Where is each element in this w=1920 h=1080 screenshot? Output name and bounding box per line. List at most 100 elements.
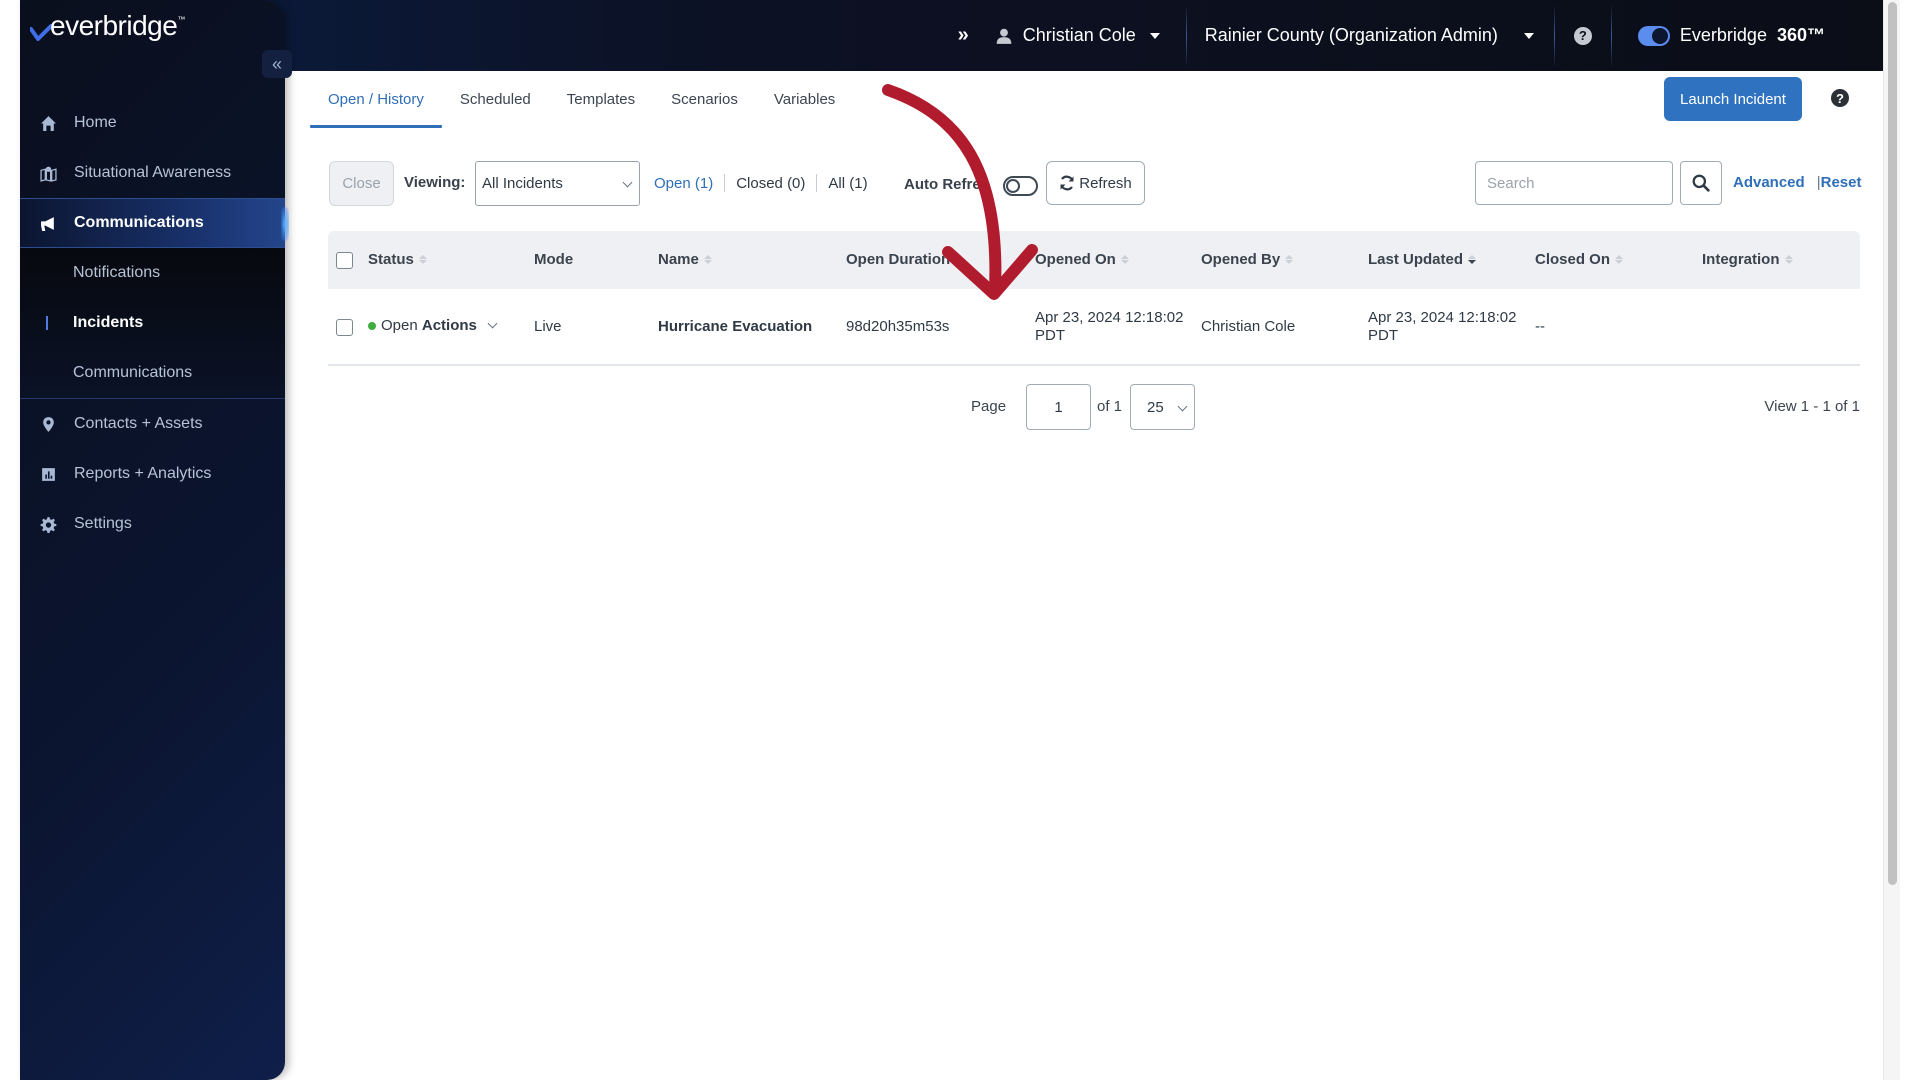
status-cell: Open Actions bbox=[368, 317, 498, 334]
organization-name: Rainier County (Organization Admin) bbox=[1204, 25, 1498, 45]
page-number-input[interactable] bbox=[1026, 384, 1091, 430]
sidebar-nav: Home Situational Awareness Communication… bbox=[20, 98, 289, 549]
view-count: View 1 - 1 of 1 bbox=[1764, 398, 1860, 415]
sort-icon bbox=[1615, 255, 1624, 264]
filter-all[interactable]: All (1) bbox=[828, 175, 867, 192]
everbridge-360-toggle[interactable]: Everbridge 360™ bbox=[1612, 25, 1883, 46]
sidebar-item-label: Settings bbox=[74, 515, 132, 532]
status-filters: Open (1) Closed (0) All (1) bbox=[654, 174, 868, 192]
closed-on-cell: -- bbox=[1535, 318, 1545, 335]
opened-on-cell: Apr 23, 2024 12:18:02 PDT bbox=[1035, 309, 1183, 345]
sidebar-subitem-notifications[interactable]: Notifications bbox=[20, 248, 285, 298]
gear-icon bbox=[38, 514, 58, 534]
actions-dropdown[interactable]: Actions bbox=[421, 317, 498, 334]
sidebar-item-label: Home bbox=[74, 114, 117, 131]
column-header-name[interactable]: Name bbox=[658, 251, 712, 268]
home-icon bbox=[38, 113, 58, 133]
organization-menu[interactable]: Rainier County (Organization Admin) bbox=[1187, 25, 1554, 46]
header-help-button[interactable]: ? bbox=[1555, 26, 1611, 45]
sidebar-item-settings[interactable]: Settings bbox=[20, 499, 285, 549]
sidebar-item-situational-awareness[interactable]: Situational Awareness bbox=[20, 148, 285, 198]
incidents-toolbar: Close Viewing: All Incidents Open (1) Cl… bbox=[329, 161, 1862, 206]
column-label: Integration bbox=[1702, 251, 1780, 268]
megaphone-icon bbox=[38, 213, 58, 233]
logo-check-icon bbox=[30, 24, 52, 41]
reset-link[interactable]: Reset bbox=[1821, 174, 1862, 191]
sidebar-item-communications[interactable]: Communications bbox=[20, 198, 289, 248]
user-name: Christian Cole bbox=[1022, 25, 1136, 45]
filter-divider bbox=[724, 174, 726, 192]
filter-closed[interactable]: Closed (0) bbox=[736, 175, 805, 192]
sidebar-subitem-communications[interactable]: Communications bbox=[20, 348, 285, 398]
close-incident-button[interactable]: Close bbox=[329, 161, 394, 206]
incident-name-link[interactable]: Hurricane Evacuation bbox=[658, 318, 812, 335]
logo-trademark: ™ bbox=[177, 15, 186, 24]
viewing-label: Viewing: bbox=[404, 174, 466, 191]
scrollbar-thumb[interactable] bbox=[1888, 2, 1897, 885]
search-icon bbox=[1692, 174, 1710, 192]
tab-variables[interactable]: Variables bbox=[756, 71, 853, 128]
top-header: » Christian Cole Rainier County (Organiz… bbox=[230, 0, 1883, 71]
sidebar: everbridge ™ « Home Situational Awarenes… bbox=[20, 0, 292, 1080]
collapse-sidebar-button[interactable]: « bbox=[262, 50, 292, 78]
launch-incident-button[interactable]: Launch Incident bbox=[1664, 77, 1802, 121]
column-header-opened-on[interactable]: Opened On bbox=[1035, 251, 1129, 268]
question-circle-icon[interactable]: ? bbox=[1831, 89, 1849, 107]
column-header-opened-by[interactable]: Opened By bbox=[1201, 251, 1294, 268]
sort-icon bbox=[1784, 255, 1793, 264]
sidebar-subitem-incidents[interactable]: Incidents bbox=[20, 298, 285, 348]
last-updated-tz: PDT bbox=[1368, 327, 1398, 344]
auto-refresh-toggle[interactable] bbox=[1003, 176, 1038, 196]
sort-icon bbox=[1285, 255, 1294, 264]
page-scrollbar[interactable] bbox=[1883, 0, 1900, 1080]
sidebar-item-label: Communications bbox=[74, 214, 204, 231]
sidebar-item-contacts-assets[interactable]: Contacts + Assets bbox=[20, 399, 285, 449]
table-row: Open Actions Live Hurricane Evacuation 9… bbox=[328, 289, 1860, 366]
tab-templates[interactable]: Templates bbox=[549, 71, 653, 128]
select-all-checkbox[interactable] bbox=[336, 252, 353, 269]
column-header-mode: Mode bbox=[534, 251, 573, 268]
map-pin-icon bbox=[38, 163, 58, 183]
tab-open-history[interactable]: Open / History bbox=[310, 71, 442, 128]
column-label: Opened By bbox=[1201, 251, 1281, 268]
viewing-select[interactable]: All Incidents bbox=[475, 161, 640, 206]
opened-on-tz: PDT bbox=[1035, 327, 1065, 344]
last-updated-date: Apr 23, 2024 12:18:02 bbox=[1368, 309, 1517, 326]
sort-icon bbox=[418, 255, 427, 264]
page-total: of 1 bbox=[1097, 398, 1123, 415]
tab-scheduled[interactable]: Scheduled bbox=[442, 71, 549, 128]
caret-down-icon bbox=[1523, 32, 1534, 39]
toggle-switch-on[interactable] bbox=[1637, 25, 1670, 46]
table-header: Status Mode Name Open Duration Opened On… bbox=[328, 231, 1860, 289]
sidebar-item-home[interactable]: Home bbox=[20, 98, 285, 148]
caret-down-icon bbox=[1149, 32, 1160, 39]
mode-cell: Live bbox=[534, 318, 562, 335]
search-button[interactable] bbox=[1680, 161, 1722, 205]
tab-scenarios[interactable]: Scenarios bbox=[653, 71, 756, 128]
filter-open[interactable]: Open (1) bbox=[654, 175, 713, 192]
sort-desc-icon bbox=[1468, 255, 1477, 264]
auto-refresh-label: Auto Refre bbox=[904, 176, 981, 193]
column-header-last-updated[interactable]: Last Updated bbox=[1368, 251, 1477, 268]
per-page-select[interactable]: 25 bbox=[1130, 384, 1195, 430]
double-chevron-right-icon[interactable]: » bbox=[958, 24, 969, 47]
search-input[interactable] bbox=[1475, 161, 1673, 205]
column-label: Open Duration bbox=[846, 251, 951, 268]
sidebar-item-label: Contacts + Assets bbox=[74, 415, 203, 432]
advanced-search-link[interactable]: Advanced bbox=[1733, 174, 1805, 191]
column-header-closed-on[interactable]: Closed On bbox=[1535, 251, 1624, 268]
actions-label: Actions bbox=[421, 317, 477, 334]
everbridge-logo[interactable]: everbridge ™ bbox=[30, 10, 185, 42]
user-menu[interactable]: Christian Cole bbox=[995, 25, 1186, 46]
sort-icon bbox=[1120, 255, 1129, 264]
refresh-button[interactable]: Refresh bbox=[1046, 161, 1145, 205]
column-header-integration[interactable]: Integration bbox=[1702, 251, 1793, 268]
column-header-open-duration: Open Duration bbox=[846, 251, 950, 268]
column-header-status[interactable]: Status bbox=[368, 251, 427, 268]
row-checkbox[interactable] bbox=[336, 319, 353, 336]
column-label: Opened On bbox=[1035, 251, 1116, 268]
question-circle-icon: ? bbox=[1573, 26, 1592, 45]
last-updated-cell: Apr 23, 2024 12:18:02 PDT bbox=[1368, 309, 1516, 345]
product-suffix: 360™ bbox=[1776, 25, 1825, 45]
sidebar-item-reports-analytics[interactable]: Reports + Analytics bbox=[20, 449, 285, 499]
